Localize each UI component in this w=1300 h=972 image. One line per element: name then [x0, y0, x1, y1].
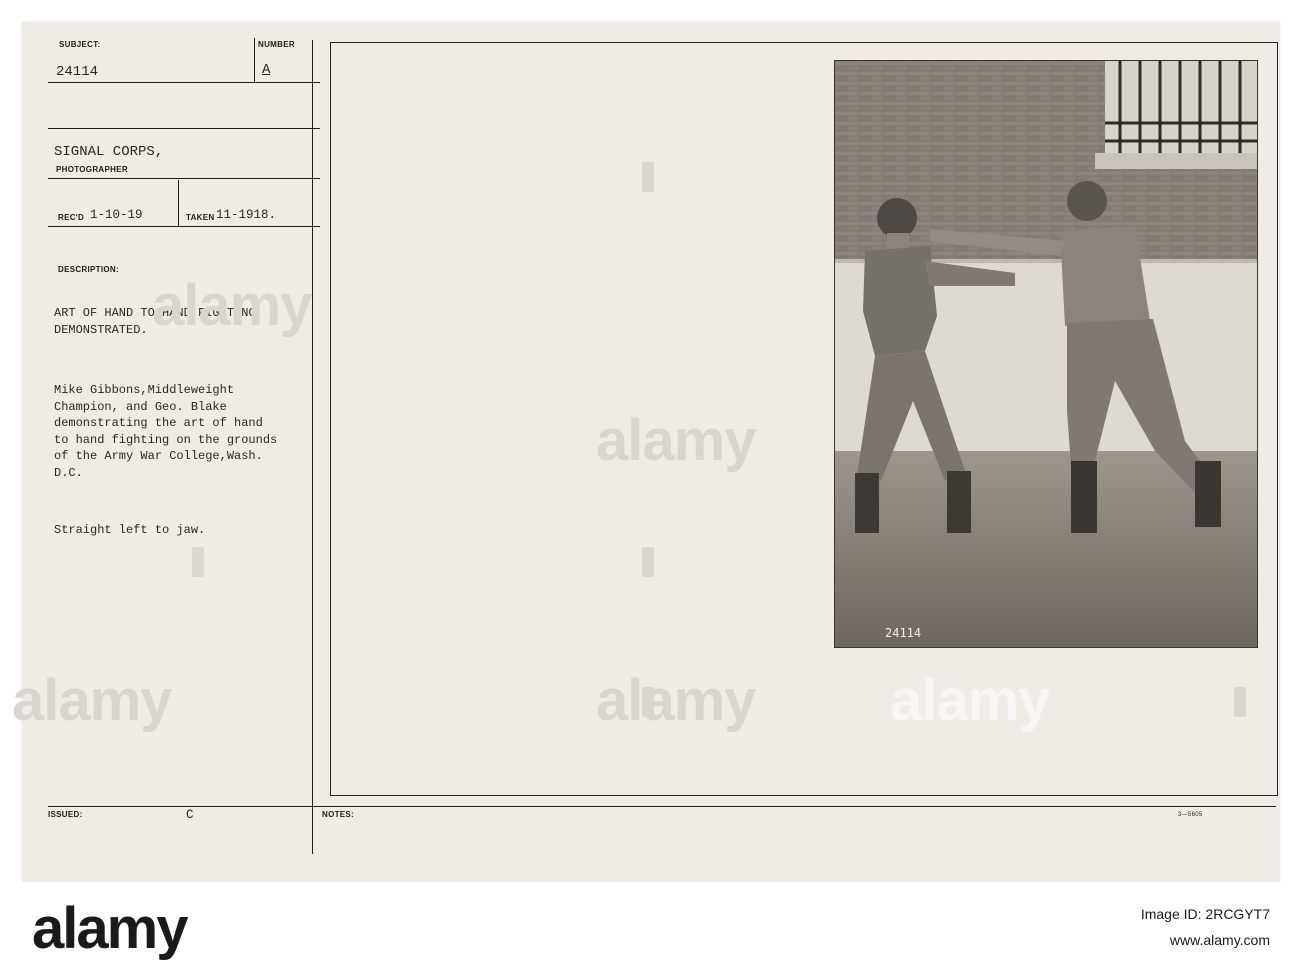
recd-value: 1-10-19	[90, 208, 143, 222]
alamy-logo[interactable]: alamy	[32, 895, 188, 962]
taken-label: TAKEN	[186, 213, 215, 222]
watermark-4: alamy	[596, 668, 756, 733]
number-value: A	[262, 62, 271, 78]
notes-label: NOTES:	[322, 810, 355, 819]
watermark-5: alamy	[890, 668, 1050, 733]
footer-ids: Image ID: 2RCGYT7 www.alamy.com	[1141, 906, 1270, 948]
description-body: Mike Gibbons,Middleweight Champion, and …	[54, 383, 278, 480]
watermark-1: alamy	[152, 273, 312, 338]
boxing-photo-image: 24114	[835, 61, 1257, 647]
subject-label: SUBJECT:	[59, 40, 101, 49]
description-label: DESCRIPTION:	[58, 265, 119, 274]
issued-value: C	[186, 808, 194, 822]
form-number: 3—5605	[1178, 812, 1203, 818]
subject-value: 24114	[56, 64, 99, 80]
watermark-3: alamy	[12, 668, 172, 733]
recd-label: REC'D	[58, 213, 85, 222]
site-url[interactable]: www.alamy.com	[1141, 932, 1270, 948]
number-label: NUMBER	[258, 40, 295, 49]
photograph: 24114	[834, 60, 1258, 648]
photographer-value: SIGNAL CORPS,	[54, 144, 164, 160]
record-card: SUBJECT: NUMBER 24114 A SIGNAL CORPS, PH…	[12, 22, 1280, 882]
description-caption: Straight left to jaw.	[54, 523, 206, 537]
taken-value: 11-1918.	[216, 208, 277, 222]
watermark-2: alamy	[596, 408, 756, 473]
photographer-label: PHOTOGRAPHER	[56, 165, 128, 174]
photo-number: 24114	[885, 626, 921, 640]
image-id: Image ID: 2RCGYT7	[1140, 906, 1270, 922]
issued-label: ISSUED:	[48, 810, 83, 819]
stock-footer	[0, 882, 1300, 972]
